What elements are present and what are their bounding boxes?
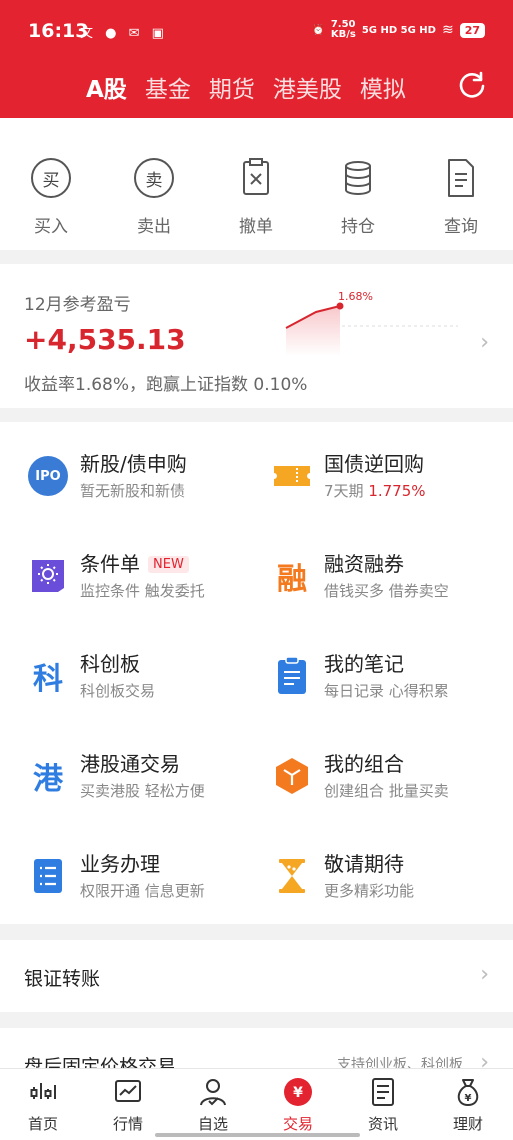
service-ipo[interactable]: IPO 新股/债申购 暂无新股和新债 — [28, 448, 268, 508]
service-margin[interactable]: 融 融资融券 借钱买多 借券卖空 — [272, 548, 512, 608]
market-icon — [115, 1080, 141, 1102]
query-icon — [448, 159, 474, 197]
service-hk-connect[interactable]: 港 港股通交易 买卖港股 轻松方便 — [28, 748, 268, 808]
bank-transfer-label: 银证转账 — [24, 968, 101, 990]
news-icon — [372, 1078, 394, 1106]
service-notes[interactable]: 我的笔记 每日记录 心得积累 — [272, 648, 512, 708]
fixed-price-row[interactable]: 盘后固定价格交易 支持创业板、科创板 › — [0, 1028, 513, 1068]
bank-transfer-row[interactable]: 银证转账 › — [0, 940, 513, 1012]
hk-connect-icon: 港 — [33, 762, 63, 797]
buy-icon: 买 — [29, 156, 73, 200]
services-grid: IPO 新股/债申购 暂无新股和新债 国债逆回购 7天期 1.775% 条件单 N… — [0, 422, 513, 924]
trade-icon: ¥ — [284, 1078, 312, 1106]
cancel-order-icon — [243, 158, 269, 195]
home-icon — [30, 1083, 56, 1099]
tab-futures[interactable]: 期货 — [209, 70, 255, 104]
alarm-icon: ⏰ — [312, 24, 325, 36]
sell-button[interactable]: 卖 卖出 — [119, 156, 189, 237]
chevron-right-icon: › — [480, 962, 489, 987]
business-icon — [34, 859, 62, 893]
fixed-price-note: 支持创业板、科创板 — [337, 1057, 463, 1068]
net-speed: 7.50 KB/s — [330, 19, 356, 40]
buy-button[interactable]: 买 买入 — [16, 156, 86, 237]
chevron-right-icon: › — [480, 330, 489, 355]
nav-home[interactable]: 首页 — [8, 1077, 78, 1134]
bottom-tab-bar: 首页 行情 自选 ¥ 交易 资讯 ¥ 理财 — [0, 1068, 513, 1140]
nav-market[interactable]: 行情 — [93, 1077, 163, 1134]
margin-icon: 融 — [277, 562, 307, 597]
notes-icon — [278, 656, 306, 694]
quick-actions: 买 买入 卖 卖出 撤单 持仓 查询 — [0, 118, 513, 250]
nav-wealth[interactable]: ¥ 理财 — [433, 1077, 503, 1134]
app-header: 16:13 文 ● ✉ ▣ ⏰ 7.50 KB/s 5G HD 5G HD ≋ … — [0, 0, 513, 118]
battery-indicator: 27 — [459, 22, 485, 38]
status-right: ⏰ 7.50 KB/s 5G HD 5G HD ≋ 27 — [312, 20, 485, 40]
sparkline-label: 1.68% — [338, 290, 373, 303]
signal-icon: 5G HD 5G HD — [361, 24, 436, 36]
service-condition-order[interactable]: 条件单 NEW 监控条件 触发委托 — [28, 548, 268, 608]
sell-icon: 卖 — [132, 156, 176, 200]
watchlist-icon — [200, 1079, 226, 1106]
cancel-order-button[interactable]: 撤单 — [221, 156, 291, 237]
service-portfolio[interactable]: 我的组合 创建组合 批量买卖 — [272, 748, 512, 808]
fixed-price-label: 盘后固定价格交易 — [24, 1056, 177, 1068]
star-market-icon: 科 — [33, 662, 63, 697]
service-star-market[interactable]: 科 科创板 科创板交易 — [28, 648, 268, 708]
pnl-subtitle: 收益率1.68%，跑赢上证指数 0.10% — [24, 375, 308, 395]
pnl-value: +4,535.13 — [24, 323, 186, 356]
svg-text:¥: ¥ — [465, 1093, 472, 1104]
hourglass-icon — [279, 859, 305, 893]
ticket-icon — [274, 466, 310, 486]
home-indicator — [155, 1133, 360, 1137]
wealth-icon: ¥ — [457, 1079, 479, 1107]
service-coming-soon[interactable]: 敬请期待 更多精彩功能 — [272, 848, 512, 908]
tab-a-shares[interactable]: A股 — [86, 70, 127, 104]
status-bar: 16:13 文 ● ✉ ▣ ⏰ 7.50 KB/s 5G HD 5G HD ≋ … — [0, 0, 513, 62]
service-business[interactable]: 业务办理 权限开通 信息更新 — [28, 848, 268, 908]
notification-icons: 文 ● ✉ ▣ — [80, 26, 168, 41]
position-icon — [345, 161, 371, 195]
nav-trade[interactable]: ¥ 交易 — [263, 1077, 333, 1134]
tab-funds[interactable]: 基金 — [145, 70, 191, 104]
sparkline-point — [336, 302, 344, 310]
condition-order-icon — [32, 560, 64, 592]
nav-news[interactable]: 资讯 — [348, 1077, 418, 1134]
tab-hk-us[interactable]: 港美股 — [273, 70, 342, 104]
pnl-title: 12月参考盈亏 — [24, 295, 131, 315]
query-button[interactable]: 查询 — [426, 156, 496, 237]
top-tabs: A股 基金 期货 港美股 模拟 — [86, 70, 406, 104]
new-badge: NEW — [148, 556, 189, 573]
wifi-icon: ≋ — [441, 22, 454, 38]
portfolio-icon — [276, 758, 308, 794]
chevron-right-icon: › — [480, 1050, 489, 1068]
pnl-sparkline: 1.68% — [285, 290, 458, 356]
service-reverse-repo[interactable]: 国债逆回购 7天期 1.775% — [272, 448, 512, 508]
svg-text:¥: ¥ — [293, 1085, 303, 1101]
tab-simulation[interactable]: 模拟 — [360, 70, 406, 104]
position-button[interactable]: 持仓 — [323, 156, 393, 237]
ipo-icon: IPO — [28, 456, 68, 496]
nav-watchlist[interactable]: 自选 — [178, 1077, 248, 1134]
refresh-icon[interactable] — [457, 70, 487, 100]
pnl-card[interactable]: 12月参考盈亏 +4,535.13 收益率1.68%，跑赢上证指数 0.10% … — [0, 264, 513, 408]
